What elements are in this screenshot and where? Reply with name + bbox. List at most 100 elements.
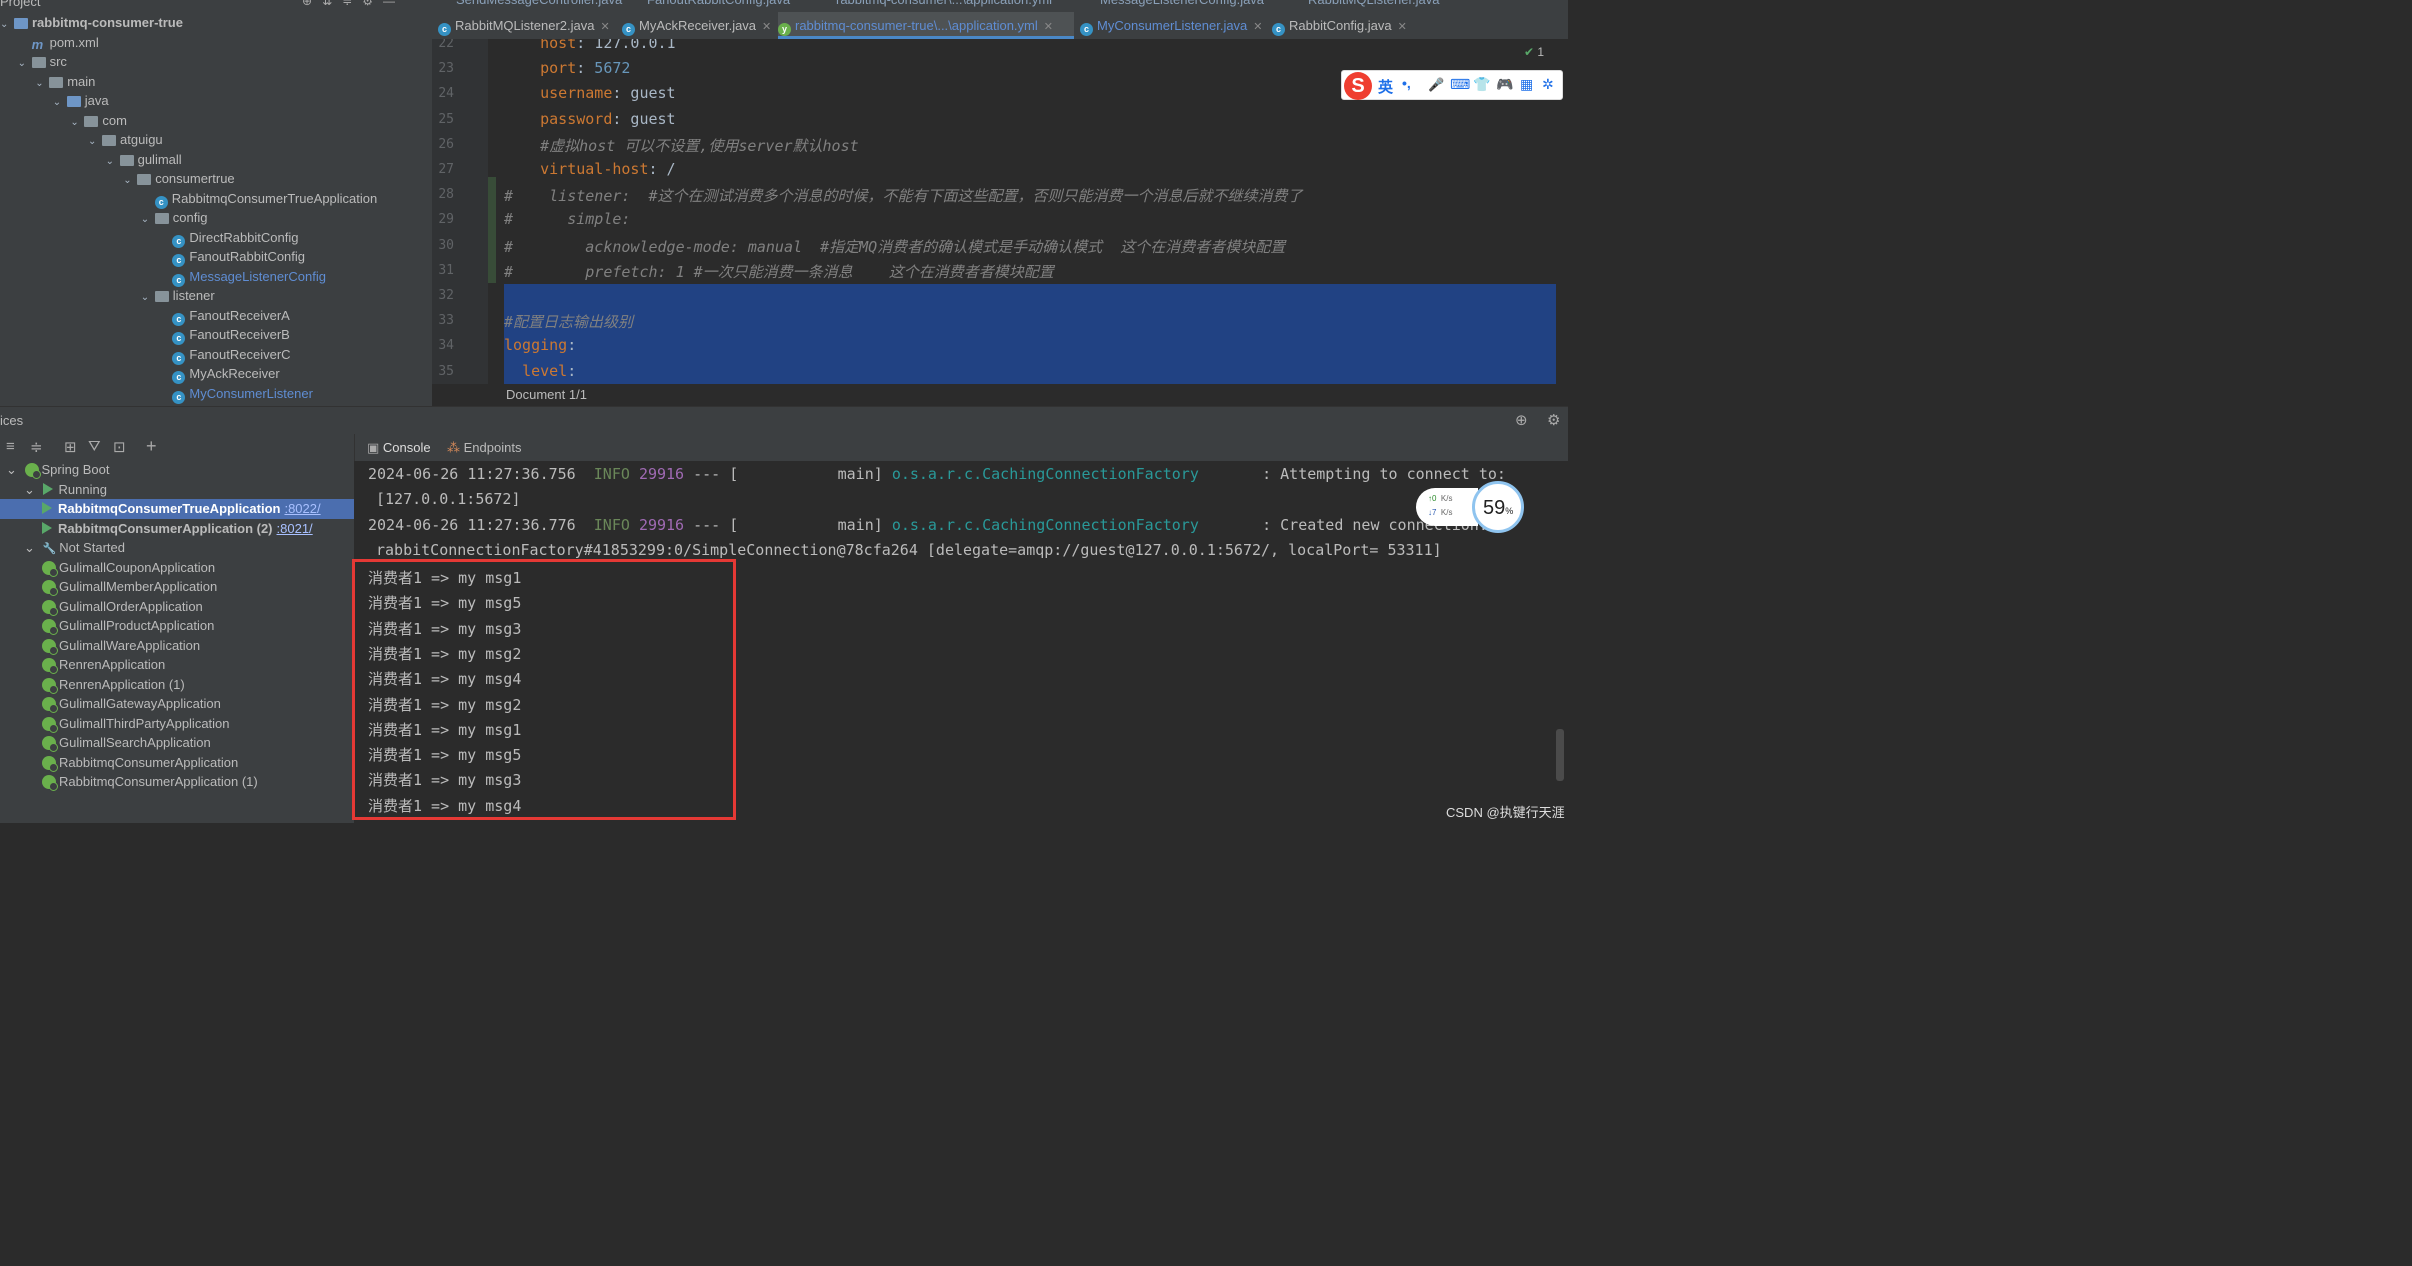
service-item[interactable]: GulimallSearchApplication — [0, 733, 354, 753]
skin-icon[interactable]: 👕 — [1473, 76, 1490, 93]
top-tab-label: rabbitmq-consumer\...\application.yml — [836, 0, 1052, 7]
collapse-all-services-icon[interactable]: ≑ — [30, 438, 43, 456]
tree-item[interactable]: ⌄ com — [70, 111, 127, 131]
keyboard-icon[interactable]: ⌨ — [1450, 76, 1470, 93]
service-item[interactable]: GulimallGatewayApplication — [0, 694, 354, 714]
tree-item[interactable]: ⌄ gulimall — [106, 150, 182, 170]
console-output[interactable]: 2024-06-26 11:27:36.756 INFO 29916 --- [… — [354, 461, 1568, 823]
service-item[interactable]: GulimallCouponApplication — [0, 558, 354, 578]
chevron-down-icon[interactable]: ⌄ — [24, 540, 39, 555]
service-item[interactable]: GulimallMemberApplication — [0, 577, 354, 597]
locate-icon[interactable]: ⊕ — [302, 0, 312, 8]
tree-item[interactable]: ⌄ rabbitmq-consumer-true — [0, 13, 183, 33]
tree-item[interactable]: ⌄ atguigu — [88, 130, 163, 150]
tab-endpoints[interactable]: ⁂ Endpoints — [447, 440, 521, 456]
service-item[interactable]: RenrenApplication (1) — [0, 675, 354, 695]
line-number: 27 — [438, 162, 454, 177]
tree-item[interactable]: c FanoutReceiverB — [158, 325, 290, 345]
chevron-down-icon[interactable]: ⌄ — [0, 15, 14, 34]
tab-4[interactable]: c RabbitConfig.java ✕ — [1272, 12, 1422, 39]
add-service-icon[interactable]: + — [146, 436, 157, 457]
tree-item[interactable]: c MessageListenerConfig — [158, 267, 326, 287]
expand-icon[interactable]: ≑ — [342, 0, 352, 8]
microphone-icon[interactable]: 🎤 — [1428, 77, 1444, 93]
service-item[interactable]: GulimallOrderApplication — [0, 597, 354, 617]
service-port-link[interactable]: :8021/ — [277, 521, 313, 536]
chevron-down-icon[interactable]: ⌄ — [24, 482, 39, 497]
chevron-down-icon[interactable]: ⌄ — [123, 171, 137, 190]
collapse-all-icon[interactable]: ⇊ — [322, 0, 332, 8]
service-item[interactable]: GulimallThirdPartyApplication — [0, 714, 354, 734]
tab-0[interactable]: c RabbitMQListener2.java ✕ — [438, 12, 618, 39]
service-item[interactable]: RenrenApplication — [0, 655, 354, 675]
close-icon[interactable]: ✕ — [762, 21, 771, 33]
spring-boot-icon — [42, 736, 58, 752]
top-tab[interactable]: FanoutRabbitConfig.java — [647, 0, 790, 12]
ime-punct[interactable]: •, — [1402, 75, 1411, 91]
service-item[interactable]: RabbitmqConsumerApplication (2):8021/ — [0, 519, 354, 539]
tab-console[interactable]: ▣ Console — [367, 440, 431, 456]
new-tab-icon[interactable]: ⊡ — [113, 438, 126, 456]
chevron-down-icon[interactable]: ⌄ — [35, 74, 49, 93]
tree-item[interactable]: c MyConsumerListener — [158, 384, 313, 404]
service-port-link[interactable]: :8022/ — [284, 501, 320, 516]
tree-item[interactable]: ⌄ src — [18, 52, 67, 72]
tree-item[interactable]: c RabbitmqConsumerTrueApplication — [141, 189, 377, 209]
globe-icon[interactable]: ⊕ — [1515, 411, 1528, 429]
service-item[interactable]: GulimallWareApplication — [0, 636, 354, 656]
code-line: port: 5672 — [540, 59, 631, 78]
service-item[interactable]: RabbitmqConsumerApplication — [0, 753, 354, 773]
chevron-down-icon[interactable]: ⌄ — [88, 132, 102, 151]
console-scrollbar[interactable] — [1556, 729, 1564, 781]
tree-item[interactable]: m pom.xml — [18, 33, 99, 53]
minimize-icon[interactable]: — — [383, 0, 395, 8]
filter-icon[interactable]: ⛛ — [88, 438, 101, 455]
tree-item[interactable]: c DirectRabbitConfig — [158, 228, 299, 248]
chevron-down-icon[interactable]: ⌄ — [106, 152, 120, 171]
chevron-down-icon[interactable]: ⌄ — [70, 113, 84, 132]
close-icon[interactable]: ✕ — [1253, 21, 1262, 33]
close-icon[interactable]: ✕ — [1398, 21, 1407, 33]
close-icon[interactable]: ✕ — [600, 21, 609, 33]
tree-item[interactable]: ⌄ listener — [141, 286, 215, 306]
gear-icon[interactable]: ⚙ — [362, 0, 373, 8]
folder-icon — [49, 76, 64, 88]
service-item[interactable]: GulimallProductApplication — [0, 616, 354, 636]
group-icon[interactable]: ⊞ — [64, 438, 77, 456]
tree-item[interactable]: c FanoutReceiverC — [158, 345, 291, 365]
tree-item[interactable]: c FanoutRabbitConfig — [158, 247, 305, 267]
chevron-down-icon[interactable]: ⌄ — [18, 54, 32, 73]
service-item[interactable]: RabbitmqConsumerApplication (1) — [0, 772, 354, 792]
tab-2[interactable]: y rabbitmq-consumer-true\...\application.… — [778, 12, 1074, 39]
tree-item[interactable]: ⌄ config — [141, 208, 208, 228]
ime-toolbar[interactable]: S 英 •, 🎤 ⌨ 👕 🎮 ▦ ✲ — [1341, 70, 1563, 100]
tree-item[interactable]: c FanoutReceiverA — [158, 306, 290, 326]
service-item[interactable]: ⌄ Running — [0, 480, 354, 500]
tab-1[interactable]: c MyAckReceiver.java ✕ — [622, 12, 772, 39]
close-icon[interactable]: ✕ — [1044, 21, 1053, 33]
chevron-down-icon[interactable]: ⌄ — [53, 93, 67, 112]
apps-grid-icon[interactable]: ▦ — [1520, 76, 1533, 93]
ime-lang[interactable]: 英 — [1378, 76, 1393, 97]
top-tab[interactable]: RabbitMQListener.java — [1308, 0, 1440, 12]
game-icon[interactable]: 🎮 — [1496, 76, 1513, 93]
top-tab[interactable]: SendMessageController.java — [456, 0, 622, 12]
service-item[interactable]: ⌄ 🔧 Not Started — [0, 538, 354, 558]
gear-icon-services[interactable]: ⚙ — [1547, 411, 1560, 429]
services-tree: ⌄ Spring Boot ⌄ Running RabbitmqConsumerTr… — [0, 461, 354, 823]
chevron-down-icon[interactable]: ⌄ — [141, 210, 155, 229]
settings-icon[interactable]: ✲ — [1542, 76, 1554, 93]
tree-item[interactable]: ⌄ consumertrue — [123, 169, 234, 189]
tree-item[interactable]: ⌄ main — [35, 72, 95, 92]
top-tab[interactable]: rabbitmq-consumer\...\application.yml — [836, 0, 1052, 12]
expand-all-icon[interactable]: ≡ — [6, 438, 15, 455]
service-item[interactable]: RabbitmqConsumerTrueApplication:8022/ — [0, 499, 354, 519]
chevron-down-icon[interactable]: ⌄ — [141, 288, 155, 307]
tree-item[interactable]: c MyAckReceiver — [158, 364, 280, 384]
tab-3[interactable]: c MyConsumerListener.java ✕ — [1080, 12, 1268, 39]
memory-gauge[interactable]: 59% — [1472, 481, 1524, 533]
tree-item[interactable]: ⌄ java — [53, 91, 109, 111]
service-item[interactable]: ⌄ Spring Boot — [0, 460, 354, 480]
chevron-down-icon[interactable]: ⌄ — [6, 462, 21, 477]
top-tab[interactable]: MessageListenerConfig.java — [1100, 0, 1264, 12]
